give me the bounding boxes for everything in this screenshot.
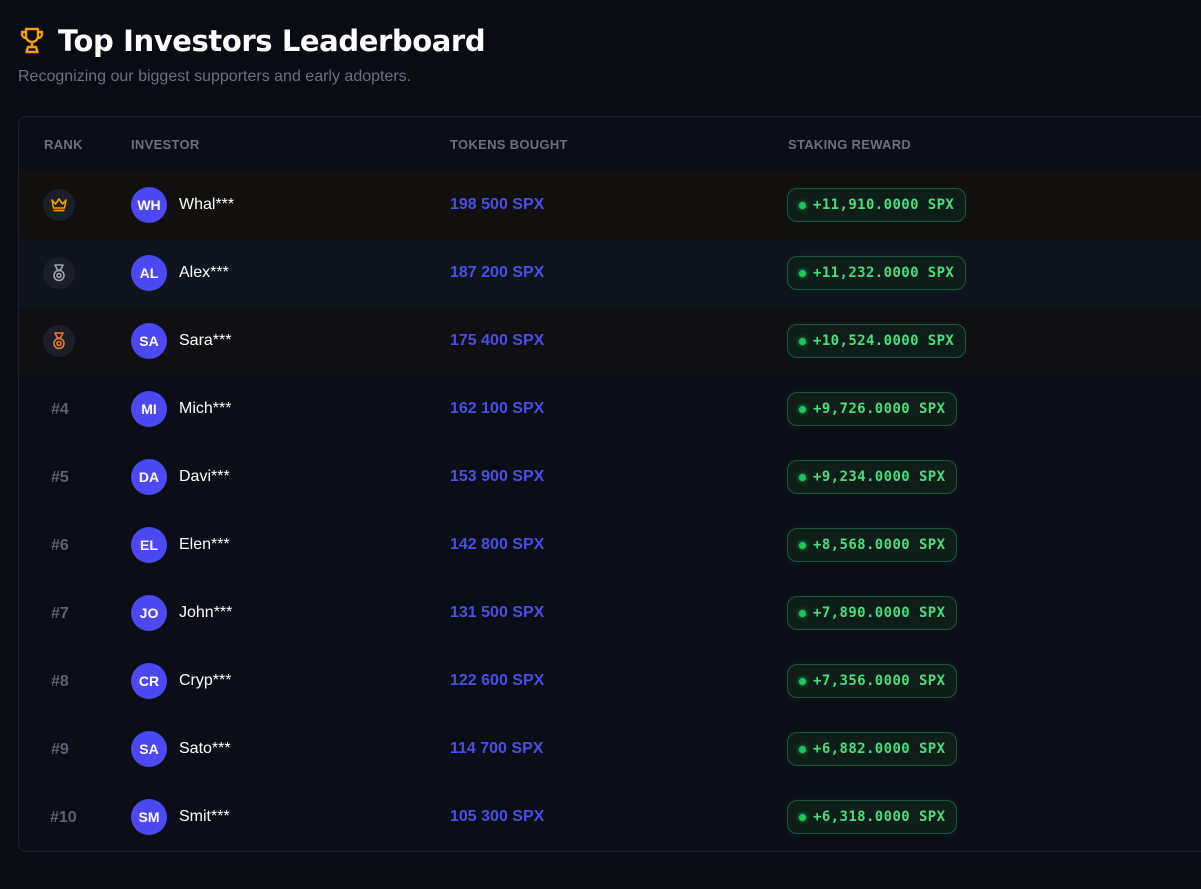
tokens-bought: 105 300 SPX bbox=[450, 808, 545, 825]
tokens-bought: 122 600 SPX bbox=[450, 672, 545, 689]
reward-value: +11,910.0000 SPX bbox=[813, 197, 955, 213]
status-dot-icon bbox=[799, 745, 806, 753]
tokens-bought: 114 700 SPX bbox=[450, 740, 544, 757]
reward-value: +6,882.0000 SPX bbox=[813, 741, 946, 757]
page-header: Top Investors Leaderboard bbox=[18, 22, 1201, 60]
avatar: MI bbox=[131, 391, 167, 427]
column-header-investor: INVESTOR bbox=[131, 137, 200, 152]
status-dot-icon bbox=[799, 609, 806, 617]
tokens-bought: 153 900 SPX bbox=[450, 468, 545, 485]
reward-badge: +10,524.0000 SPX bbox=[787, 324, 967, 358]
reward-value: +11,232.0000 SPX bbox=[813, 265, 955, 281]
bronze-medal-icon bbox=[43, 325, 75, 357]
rank-number: #5 bbox=[51, 469, 69, 486]
status-dot-icon bbox=[799, 269, 806, 277]
table-row: #6 EL Elen*** 142 800 SPX +8,568.0000 SP… bbox=[19, 511, 1201, 579]
tokens-bought: 175 400 SPX bbox=[450, 332, 545, 349]
avatar: WH bbox=[131, 187, 167, 223]
investor-name: Smit*** bbox=[179, 808, 230, 825]
tokens-bought: 187 200 SPX bbox=[450, 264, 545, 281]
status-dot-icon bbox=[799, 337, 806, 345]
reward-badge: +9,234.0000 SPX bbox=[787, 460, 958, 494]
table-row: AL Alex*** 187 200 SPX +11,232.0000 SPX bbox=[19, 239, 1201, 307]
rank-number: #6 bbox=[51, 537, 69, 554]
status-dot-icon bbox=[799, 813, 806, 821]
avatar: JO bbox=[131, 595, 167, 631]
avatar: SM bbox=[131, 799, 167, 835]
status-dot-icon bbox=[799, 473, 806, 481]
reward-badge: +6,882.0000 SPX bbox=[787, 732, 958, 766]
tokens-bought: 142 800 SPX bbox=[450, 536, 545, 553]
silver-medal-icon bbox=[43, 257, 75, 289]
avatar: SA bbox=[131, 731, 167, 767]
investor-name: Elen*** bbox=[179, 536, 230, 553]
reward-badge: +11,232.0000 SPX bbox=[787, 256, 967, 290]
reward-badge: +6,318.0000 SPX bbox=[787, 800, 958, 834]
status-dot-icon bbox=[799, 405, 806, 413]
reward-badge: +8,568.0000 SPX bbox=[787, 528, 958, 562]
tokens-bought: 162 100 SPX bbox=[450, 400, 545, 417]
reward-badge: +9,726.0000 SPX bbox=[787, 392, 958, 426]
column-header-rank: RANK bbox=[44, 137, 83, 152]
tokens-bought: 198 500 SPX bbox=[450, 196, 545, 213]
table-row: #10 SM Smit*** 105 300 SPX +6,318.0000 S… bbox=[19, 783, 1201, 851]
avatar: CR bbox=[131, 663, 167, 699]
reward-value: +9,234.0000 SPX bbox=[813, 469, 946, 485]
investor-name: John*** bbox=[179, 604, 233, 621]
table-header: RANK INVESTOR TOKENS BOUGHT STAKING REWA… bbox=[19, 117, 1201, 171]
status-dot-icon bbox=[799, 541, 806, 549]
table-row: #4 MI Mich*** 162 100 SPX +9,726.0000 SP… bbox=[19, 375, 1201, 443]
investor-name: Davi*** bbox=[179, 468, 230, 485]
rank-number: #8 bbox=[51, 673, 69, 690]
reward-value: +10,524.0000 SPX bbox=[813, 333, 955, 349]
investor-name: Cryp*** bbox=[179, 672, 232, 689]
reward-value: +9,726.0000 SPX bbox=[813, 401, 946, 417]
status-dot-icon bbox=[799, 201, 806, 209]
page-title: Top Investors Leaderboard bbox=[58, 24, 486, 58]
reward-value: +7,356.0000 SPX bbox=[813, 673, 946, 689]
table-row: #7 JO John*** 131 500 SPX +7,890.0000 SP… bbox=[19, 579, 1201, 647]
avatar: EL bbox=[131, 527, 167, 563]
investor-name: Alex*** bbox=[179, 264, 229, 281]
rank-number: #7 bbox=[51, 605, 69, 622]
leaderboard-page: Top Investors Leaderboard Recognizing ou… bbox=[0, 0, 1201, 889]
avatar: AL bbox=[131, 255, 167, 291]
reward-badge: +7,890.0000 SPX bbox=[787, 596, 958, 630]
table-row: WH Whal*** 198 500 SPX +11,910.0000 SPX bbox=[19, 171, 1201, 239]
page-subtitle: Recognizing our biggest supporters and e… bbox=[18, 68, 412, 85]
column-header-reward: STAKING REWARD bbox=[788, 137, 912, 152]
reward-badge: +11,910.0000 SPX bbox=[787, 188, 967, 222]
column-header-tokens: TOKENS BOUGHT bbox=[450, 137, 568, 152]
table-row: #5 DA Davi*** 153 900 SPX +9,234.0000 SP… bbox=[19, 443, 1201, 511]
reward-value: +6,318.0000 SPX bbox=[813, 809, 946, 825]
investor-name: Sato*** bbox=[179, 740, 231, 757]
table-row: SA Sara*** 175 400 SPX +10,524.0000 SPX bbox=[19, 307, 1201, 375]
reward-value: +8,568.0000 SPX bbox=[813, 537, 946, 553]
investor-name: Mich*** bbox=[179, 400, 232, 417]
investor-name: Sara*** bbox=[179, 332, 232, 349]
tokens-bought: 131 500 SPX bbox=[450, 604, 545, 621]
table-row: #8 CR Cryp*** 122 600 SPX +7,356.0000 SP… bbox=[19, 647, 1201, 715]
table-row: #9 SA Sato*** 114 700 SPX +6,882.0000 SP… bbox=[19, 715, 1201, 783]
trophy-icon bbox=[18, 26, 46, 56]
investor-name: Whal*** bbox=[179, 196, 235, 213]
avatar: DA bbox=[131, 459, 167, 495]
status-dot-icon bbox=[799, 677, 806, 685]
reward-value: +7,890.0000 SPX bbox=[813, 605, 946, 621]
reward-badge: +7,356.0000 SPX bbox=[787, 664, 958, 698]
avatar: SA bbox=[131, 323, 167, 359]
crown-icon bbox=[43, 189, 75, 221]
leaderboard-table: RANK INVESTOR TOKENS BOUGHT STAKING REWA… bbox=[18, 116, 1201, 852]
rank-number: #10 bbox=[50, 809, 77, 826]
rank-number: #4 bbox=[51, 401, 69, 418]
rank-number: #9 bbox=[51, 741, 69, 758]
